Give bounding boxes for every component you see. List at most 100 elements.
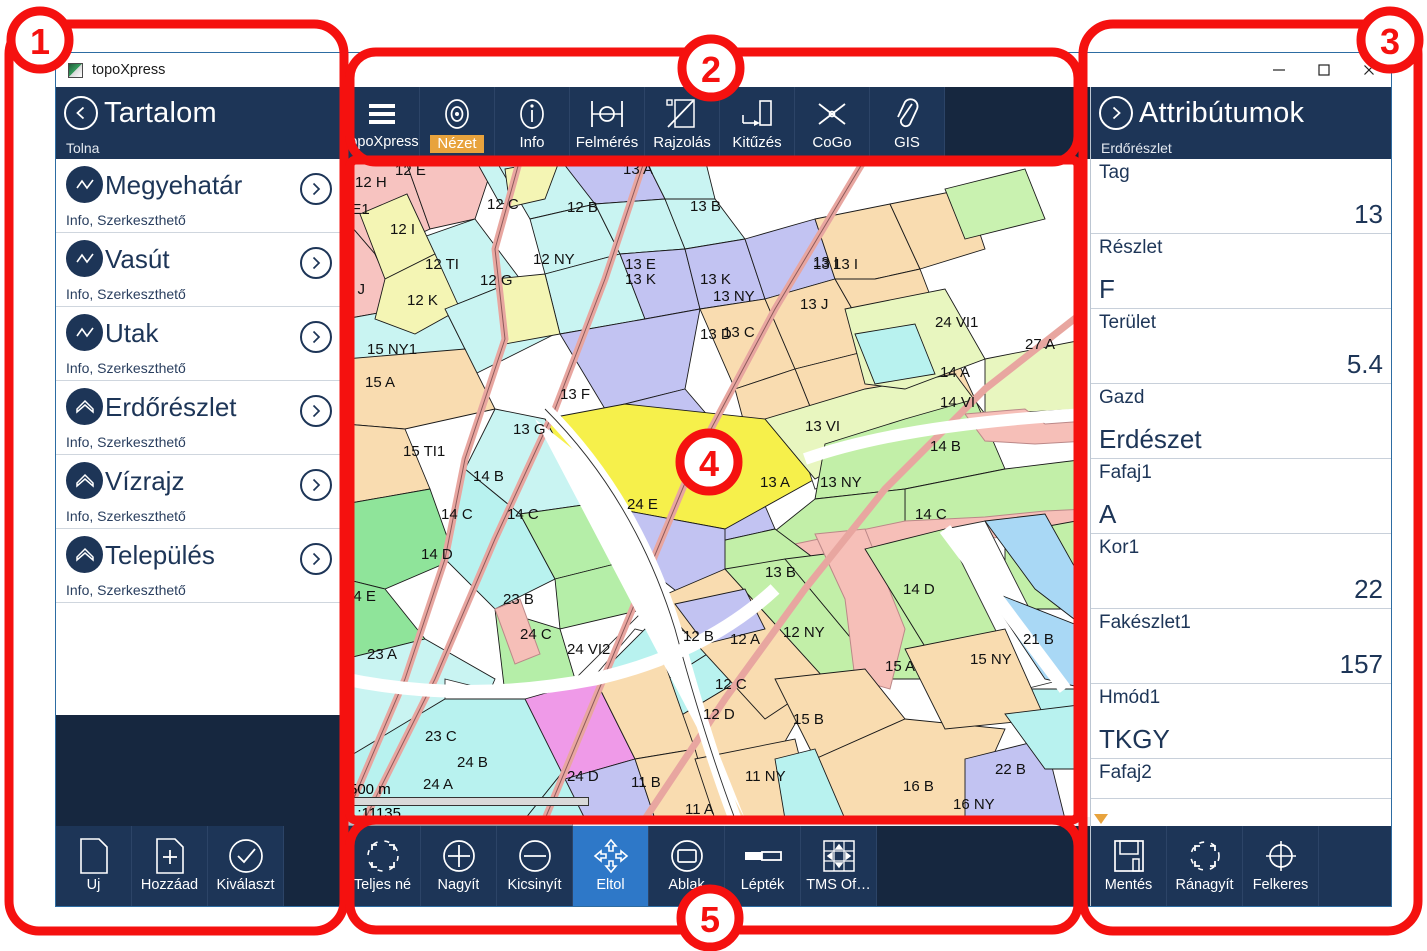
add-button[interactable]: Hozzáad xyxy=(132,826,208,906)
zoom-out-button[interactable]: Kicsinyít xyxy=(497,826,573,906)
tab-kituzes[interactable]: Kitűzés xyxy=(720,87,795,159)
chevron-right-icon[interactable] xyxy=(300,469,332,501)
svg-text:13 VI: 13 VI xyxy=(805,418,840,435)
chevron-left-icon[interactable] xyxy=(64,96,98,130)
attribute-value[interactable]: F xyxy=(1099,276,1115,302)
ribbon-spacer xyxy=(945,87,1090,159)
polygon-layer-icon xyxy=(66,462,103,499)
tab-felmeres-label: Felmérés xyxy=(575,134,639,151)
attributes-panel-subtitle: Erdőrészlet xyxy=(1101,140,1172,156)
select-button[interactable]: Kiválaszt xyxy=(208,826,284,906)
scroll-down-indicator-icon[interactable] xyxy=(1094,814,1108,824)
map-scale-bar: 500 m 1:11135 xyxy=(349,781,589,823)
tms-offset-button[interactable]: TMS Of… xyxy=(801,826,877,906)
layer-name: Vízrajz xyxy=(105,465,185,496)
maximize-icon[interactable] xyxy=(1301,53,1346,87)
svg-text:13 K: 13 K xyxy=(700,271,731,288)
map-bottom-bar-spacer xyxy=(877,826,1090,906)
svg-text:12 B: 12 B xyxy=(567,199,598,216)
tab-cogo[interactable]: CoGo xyxy=(795,87,870,159)
cogo-icon xyxy=(813,93,851,135)
tab-topoxpress[interactable]: topoXpress xyxy=(345,87,420,159)
svg-text:16 NY: 16 NY xyxy=(953,796,995,813)
check-circle-icon xyxy=(227,834,265,878)
attribute-row-tag[interactable]: Tag 13 xyxy=(1091,159,1391,234)
attribute-value[interactable]: TKGY xyxy=(1099,726,1170,752)
svg-text:15 NY: 15 NY xyxy=(970,651,1012,668)
attribute-row-hmod1[interactable]: Hmód1 TKGY xyxy=(1091,684,1391,759)
attribute-value[interactable]: 157 xyxy=(1340,651,1383,677)
fit-extent-button[interactable]: Teljes né xyxy=(345,826,421,906)
scale-button[interactable]: Lépték xyxy=(725,826,801,906)
svg-text:12 D: 12 D xyxy=(703,706,735,723)
svg-text:12 NY: 12 NY xyxy=(533,251,575,268)
tab-info-label: Info xyxy=(519,134,545,151)
layer-meta: Info, Szerkeszthető xyxy=(66,508,186,524)
polygon-layer-icon xyxy=(66,536,103,573)
svg-text:22 B: 22 B xyxy=(995,761,1026,778)
chevron-right-icon[interactable] xyxy=(1099,96,1133,130)
pan-button[interactable]: Eltol xyxy=(573,826,649,906)
map-scrollbar-thumb[interactable] xyxy=(345,817,573,826)
new-button[interactable]: Új xyxy=(56,826,132,906)
paperclip-icon xyxy=(890,93,924,135)
close-icon[interactable] xyxy=(1346,53,1391,87)
attribute-row-terulet[interactable]: Terület 5.4 xyxy=(1091,309,1391,384)
attributes-panel-header: Attribútumok Erdőrészlet xyxy=(1091,87,1391,159)
chevron-right-icon[interactable] xyxy=(300,173,332,205)
window-title: topoXpress xyxy=(92,62,166,78)
layer-item-erdoreszlet[interactable]: Erdőrészlet Info, Szerkeszthető xyxy=(56,381,344,455)
tab-gis[interactable]: GIS xyxy=(870,87,945,159)
attribute-value[interactable]: A xyxy=(1099,501,1116,527)
tab-rajzolas[interactable]: Rajzolás xyxy=(645,87,720,159)
layer-item-telepules[interactable]: Település Info, Szerkeszthető xyxy=(56,529,344,603)
attribute-key: Fafaj2 xyxy=(1099,762,1152,783)
svg-text:13 G: 13 G xyxy=(513,421,546,438)
locate-button[interactable]: Felkeres xyxy=(1243,826,1319,906)
svg-text:13 K: 13 K xyxy=(625,271,656,288)
attribute-value[interactable]: 13 xyxy=(1354,201,1383,227)
chevron-right-icon[interactable] xyxy=(300,321,332,353)
svg-text:14 B: 14 B xyxy=(473,468,504,485)
map-graphic[interactable]: .p{stroke:#1a1a1a;stroke-width:.9} .rd{f… xyxy=(345,159,1087,819)
window-zoom-button[interactable]: Ablak xyxy=(649,826,725,906)
content-panel-subtitle: Tolna xyxy=(66,140,100,156)
chevron-right-icon[interactable] xyxy=(300,247,332,279)
attribute-value[interactable]: 5.4 xyxy=(1347,351,1383,377)
zoom-to-button[interactable]: Ránagyít xyxy=(1167,826,1243,906)
attribute-row-reszlet[interactable]: Részlet F xyxy=(1091,234,1391,309)
svg-text:12 K: 12 K xyxy=(407,292,438,309)
svg-text:24 VI1: 24 VI1 xyxy=(935,314,978,331)
attribute-key: Fafaj1 xyxy=(1099,462,1152,483)
tab-info[interactable]: Info xyxy=(495,87,570,159)
fit-extent-icon xyxy=(364,834,402,878)
zoom-in-button[interactable]: Nagyít xyxy=(421,826,497,906)
minimize-icon[interactable] xyxy=(1256,53,1301,87)
attribute-row-fafaj2[interactable]: Fafaj2 xyxy=(1091,759,1391,799)
chevron-right-icon[interactable] xyxy=(300,395,332,427)
attribute-row-fakeszlet1[interactable]: Fakészlet1 157 xyxy=(1091,609,1391,684)
save-button[interactable]: Mentés xyxy=(1091,826,1167,906)
tab-felmeres[interactable]: Felmérés xyxy=(570,87,645,159)
svg-text:15 A: 15 A xyxy=(365,374,395,391)
map-horizontal-scrollbar[interactable] xyxy=(345,817,1090,826)
attribute-value[interactable]: 22 xyxy=(1354,576,1383,602)
tab-cogo-label: CoGo xyxy=(812,134,852,151)
map-canvas[interactable]: .p{stroke:#1a1a1a;stroke-width:.9} .rd{f… xyxy=(345,159,1090,826)
attribute-row-gazd[interactable]: Gazd Erdészet xyxy=(1091,384,1391,459)
svg-text:16 B: 16 B xyxy=(903,778,934,795)
app-icon xyxy=(68,62,83,78)
chevron-right-icon[interactable] xyxy=(300,543,332,575)
attribute-row-fafaj1[interactable]: Fafaj1 A xyxy=(1091,459,1391,534)
layer-item-vasut[interactable]: Vasút Info, Szerkeszthető xyxy=(56,233,344,307)
svg-text:12 NY: 12 NY xyxy=(783,624,825,641)
tab-nezet[interactable]: Nézet xyxy=(420,87,495,159)
layer-item-utak[interactable]: Utak Info, Szerkeszthető xyxy=(56,307,344,381)
svg-text:14 D: 14 D xyxy=(421,546,453,563)
layer-item-megyehatar[interactable]: Megyehatár Info, Szerkeszthető xyxy=(56,159,344,233)
layer-item-vizrajz[interactable]: Vízrajz Info, Szerkeszthető xyxy=(56,455,344,529)
svg-text:15 A: 15 A xyxy=(885,658,915,675)
attribute-row-kor1[interactable]: Kor1 22 xyxy=(1091,534,1391,609)
attribute-value[interactable]: Erdészet xyxy=(1099,426,1202,452)
svg-text:. E1: . E1 xyxy=(345,201,370,218)
